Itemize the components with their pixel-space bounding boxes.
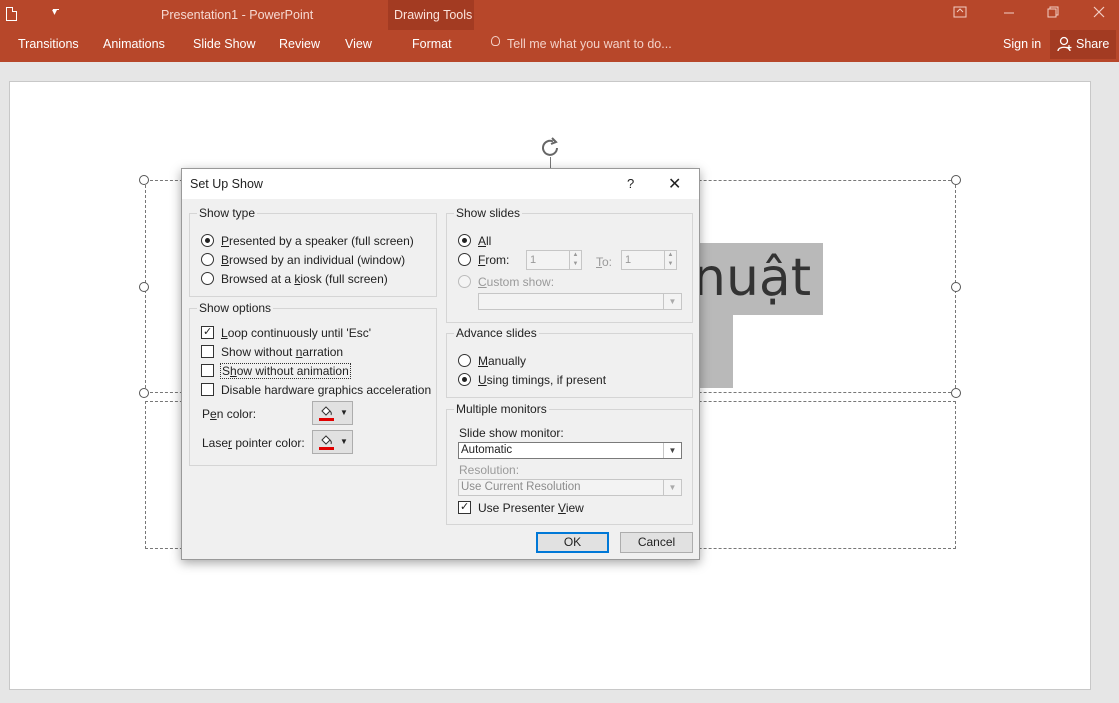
resolution-value: Use Current Resolution: [461, 481, 581, 493]
close-window-icon[interactable]: [1093, 6, 1105, 21]
label-show-without-narration[interactable]: Show without narration: [221, 345, 343, 359]
tab-transitions[interactable]: Transitions: [18, 37, 79, 51]
dialog-title-bar: Set Up Show ? ✕: [182, 169, 699, 199]
pen-color-swatch: [319, 418, 334, 421]
from-slide-spinner[interactable]: 1 ▲ ▼: [526, 250, 582, 270]
person-icon: [1057, 36, 1072, 52]
ok-button[interactable]: OK: [536, 532, 609, 553]
label-from[interactable]: From:: [478, 253, 509, 267]
label-browsed-kiosk[interactable]: Browsed at a kiosk (full screen): [221, 272, 388, 286]
window-title: Presentation1 - PowerPoint: [161, 8, 314, 22]
chevron-down-icon: ▼: [663, 294, 681, 309]
resize-handle[interactable]: [139, 282, 149, 292]
minimize-icon[interactable]: [1003, 6, 1015, 21]
label-loop-continuously[interactable]: Loop continuously until 'Esc': [221, 326, 371, 340]
checkbox-loop-continuously[interactable]: [201, 326, 214, 339]
label-disable-hw-acceleration[interactable]: Disable hardware graphics acceleration: [221, 383, 431, 397]
to-slide-value: 1: [625, 254, 632, 266]
label-all-slides[interactable]: All: [478, 234, 491, 248]
checkbox-show-without-animation[interactable]: [201, 364, 214, 377]
checkbox-disable-hw-acceleration[interactable]: [201, 383, 214, 396]
help-icon[interactable]: ?: [627, 176, 634, 191]
checkbox-use-presenter-view[interactable]: [458, 501, 471, 514]
radio-from-slide[interactable]: [458, 253, 471, 266]
tell-me-input[interactable]: Tell me what you want to do...: [507, 37, 672, 51]
chevron-down-icon: ▼: [340, 437, 348, 446]
title-bar: ▾ Presentation1 - PowerPoint: [0, 0, 1119, 30]
label-using-timings[interactable]: Using timings, if present: [478, 373, 606, 387]
pen-color-picker[interactable]: ▼: [312, 401, 353, 425]
tab-animations[interactable]: Animations: [103, 37, 165, 51]
lightbulb-icon: [491, 36, 500, 46]
cancel-button[interactable]: Cancel: [620, 532, 693, 553]
label-manually[interactable]: Manually: [478, 354, 526, 368]
label-browsed-individual[interactable]: Browsed by an individual (window): [221, 253, 405, 267]
ribbon-display-options-icon[interactable]: [953, 6, 967, 21]
share-button[interactable]: Share: [1050, 30, 1116, 59]
chevron-down-icon: ▼: [340, 408, 348, 417]
close-icon[interactable]: ✕: [668, 174, 681, 194]
chevron-down-icon: ▼: [663, 443, 681, 458]
group-title: Show slides: [454, 206, 523, 220]
resolution-dropdown[interactable]: Use Current Resolution ▼: [458, 479, 682, 496]
label-laser-pointer-color: Laser pointer color:: [202, 436, 305, 450]
paint-bucket-icon: [321, 435, 332, 445]
resize-handle[interactable]: [951, 175, 961, 185]
radio-browsed-individual[interactable]: [201, 253, 214, 266]
label-slide-show-monitor: Slide show monitor:: [459, 426, 564, 440]
label-custom-show: Custom show:: [478, 275, 555, 289]
radio-advance-manually[interactable]: [458, 354, 471, 367]
label-to: To:: [596, 255, 613, 269]
group-title: Multiple monitors: [454, 402, 549, 416]
resize-handle[interactable]: [951, 282, 961, 292]
set-up-show-dialog: Set Up Show ? ✕ Show type Presented by a…: [181, 168, 700, 560]
radio-browsed-kiosk[interactable]: [201, 272, 214, 285]
label-use-presenter-view[interactable]: Use Presenter View: [478, 501, 584, 515]
sign-in-link[interactable]: Sign in: [1003, 37, 1041, 51]
paint-bucket-icon: [321, 406, 332, 416]
resize-handle[interactable]: [139, 175, 149, 185]
group-title: Show type: [197, 206, 258, 220]
context-tab-label: Drawing Tools: [394, 8, 473, 22]
tab-review[interactable]: Review: [279, 37, 320, 51]
resize-handle[interactable]: [139, 388, 149, 398]
label-resolution: Resolution:: [459, 463, 520, 477]
radio-show-all-slides[interactable]: [458, 234, 471, 247]
tab-slide-show[interactable]: Slide Show: [193, 37, 256, 51]
rotate-handle-icon[interactable]: [539, 137, 563, 159]
monitor-value: Automatic: [461, 444, 513, 456]
document-icon: [6, 7, 17, 21]
custom-show-dropdown[interactable]: ▼: [478, 293, 682, 310]
group-title: Advance slides: [454, 326, 539, 340]
radio-custom-show[interactable]: [458, 275, 471, 288]
dialog-title: Set Up Show: [190, 177, 263, 191]
checkbox-show-without-narration[interactable]: [201, 345, 214, 358]
radio-presented-by-speaker[interactable]: [201, 234, 214, 247]
maximize-icon[interactable]: [1047, 6, 1059, 21]
label-pen-color: Pen color:: [202, 407, 257, 421]
slide-show-monitor-dropdown[interactable]: Automatic ▼: [458, 442, 682, 459]
label-presented-by-speaker[interactable]: Presented by a speaker (full screen): [221, 234, 414, 248]
laser-pointer-color-picker[interactable]: ▼: [312, 430, 353, 454]
share-label: Share: [1076, 37, 1110, 51]
ribbon-tabs: Transitions Animations Slide Show Review…: [0, 30, 1119, 62]
spinner-arrows-icon[interactable]: ▲ ▼: [569, 251, 581, 269]
radio-using-timings[interactable]: [458, 373, 471, 386]
spinner-arrows-icon[interactable]: ▲ ▼: [664, 251, 676, 269]
laser-color-swatch: [319, 447, 334, 450]
resize-handle[interactable]: [951, 388, 961, 398]
tab-format[interactable]: Format: [412, 37, 452, 51]
customize-quick-access-icon[interactable]: ▾: [52, 6, 60, 20]
to-slide-spinner[interactable]: 1 ▲ ▼: [621, 250, 677, 270]
group-title: Show options: [197, 301, 274, 315]
from-slide-value: 1: [530, 254, 537, 266]
tab-view[interactable]: View: [345, 37, 372, 51]
label-show-without-animation[interactable]: Show without animation: [220, 363, 351, 379]
chevron-down-icon: ▼: [663, 480, 681, 495]
